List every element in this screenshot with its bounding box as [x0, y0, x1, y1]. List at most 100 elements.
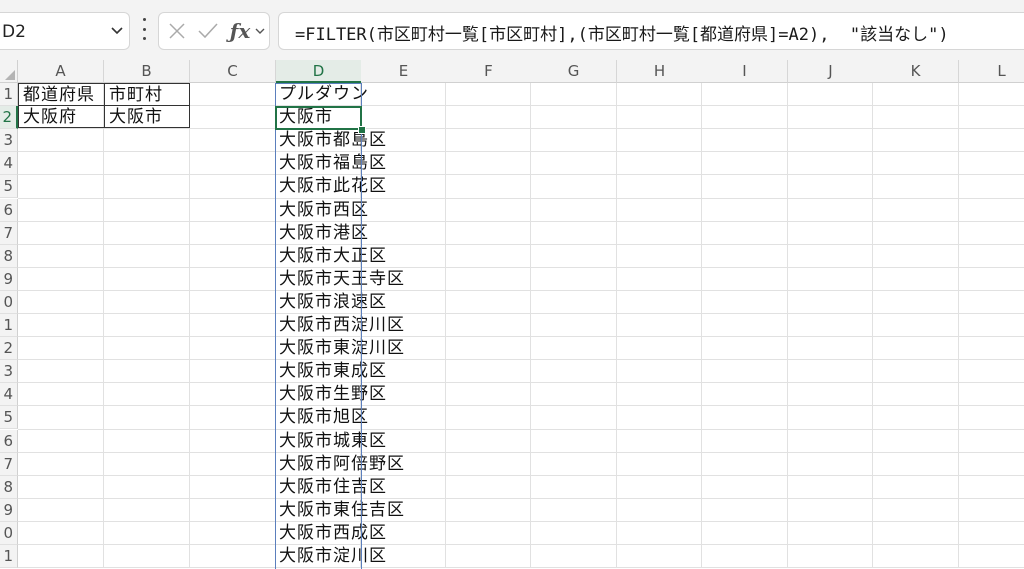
- row-header-label: 7: [3, 454, 13, 473]
- row-header[interactable]: 8: [0, 244, 18, 268]
- gridline: [787, 83, 788, 567]
- row-header-label: 6: [3, 431, 13, 450]
- gridline: [18, 336, 1024, 338]
- column-header-d[interactable]: D: [276, 60, 362, 83]
- row-header[interactable]: 1: [0, 545, 18, 569]
- row-header[interactable]: 1: [0, 83, 18, 107]
- row-header-label: 3: [3, 131, 13, 150]
- gridline: [18, 520, 1024, 522]
- select-all-triangle-icon: [5, 70, 15, 80]
- row-header-label: 7: [3, 223, 13, 242]
- row-header-label: 6: [3, 200, 13, 219]
- gridline: [18, 174, 1024, 176]
- column-header-f[interactable]: F: [446, 60, 532, 83]
- row-header-label: 4: [3, 385, 13, 404]
- gridline: [18, 382, 1024, 384]
- gridline: [18, 289, 1024, 291]
- row-header-label: 0: [3, 292, 13, 311]
- name-box-value[interactable]: D2: [2, 22, 26, 42]
- spill-cell[interactable]: 大阪市東住吉区: [275, 499, 405, 522]
- chevron-down-icon[interactable]: [253, 17, 267, 45]
- row-header[interactable]: 4: [0, 383, 18, 407]
- vertical-ellipsis-icon[interactable]: [142, 18, 146, 40]
- gridline: [872, 83, 873, 567]
- formula-input[interactable]: =FILTER(市区町村一覧[市区町村],(市区町村一覧[都道府県]=A2), …: [278, 12, 1024, 50]
- gridline: [18, 151, 1024, 153]
- row-header[interactable]: 5: [0, 406, 18, 430]
- active-cell-D2[interactable]: [275, 106, 362, 130]
- row-header-label: 1: [3, 547, 13, 565]
- gridline: [18, 243, 1024, 245]
- gridline: [18, 428, 1024, 430]
- cell-B1[interactable]: 市町村: [104, 83, 190, 106]
- row-header-label: 4: [3, 154, 13, 173]
- row-header[interactable]: 7: [0, 452, 18, 476]
- gridline: [18, 474, 1024, 476]
- row-header[interactable]: 2: [0, 337, 18, 361]
- spill-cell[interactable]: 大阪市此花区: [275, 175, 387, 198]
- spill-cell[interactable]: 大阪市東成区: [275, 360, 387, 383]
- row-header[interactable]: 3: [0, 129, 18, 153]
- close-icon[interactable]: [165, 17, 189, 45]
- spill-cell[interactable]: 大阪市西淀川区: [275, 314, 405, 337]
- spill-cell[interactable]: 大阪市東淀川区: [275, 337, 405, 360]
- gridline: [616, 83, 617, 567]
- row-header[interactable]: 6: [0, 198, 18, 222]
- chevron-down-icon[interactable]: [110, 21, 124, 45]
- formula-controls: ƒx: [158, 12, 270, 50]
- spill-cell[interactable]: 大阪市西区: [275, 199, 369, 222]
- spill-cell[interactable]: 大阪市淀川区: [275, 545, 387, 568]
- row-header[interactable]: 2: [0, 106, 18, 130]
- spill-cell[interactable]: 大阪市福島区: [275, 152, 387, 175]
- row-header[interactable]: 7: [0, 221, 18, 245]
- select-all-button[interactable]: [0, 60, 18, 83]
- row-header[interactable]: 0: [0, 521, 18, 545]
- row-header[interactable]: 3: [0, 360, 18, 384]
- checkmark-icon[interactable]: [195, 17, 221, 45]
- spill-cell[interactable]: 大阪市西成区: [275, 522, 387, 545]
- spill-cell[interactable]: 大阪市旭区: [275, 406, 369, 429]
- row-header[interactable]: 9: [0, 498, 18, 522]
- column-header-e[interactable]: E: [361, 60, 447, 83]
- column-header-j[interactable]: J: [788, 60, 874, 83]
- column-header-l[interactable]: L: [959, 60, 1024, 83]
- fx-icon[interactable]: ƒx: [227, 17, 253, 45]
- spill-cell[interactable]: 大阪市浪速区: [275, 291, 387, 314]
- spill-cell[interactable]: 大阪市都島区: [275, 129, 387, 152]
- column-header-i[interactable]: I: [702, 60, 788, 83]
- gridline: [18, 128, 1024, 130]
- row-header[interactable]: 6: [0, 429, 18, 453]
- row-header[interactable]: 9: [0, 267, 18, 291]
- row-header[interactable]: 4: [0, 152, 18, 176]
- column-header-h[interactable]: H: [617, 60, 703, 83]
- gridline: [18, 405, 1024, 407]
- column-header-a[interactable]: A: [18, 60, 104, 83]
- spill-cell[interactable]: 大阪市生野区: [275, 383, 387, 406]
- spill-cell[interactable]: 大阪市住吉区: [275, 476, 387, 499]
- row-header[interactable]: 0: [0, 290, 18, 314]
- row-header[interactable]: 5: [0, 175, 18, 199]
- row-header[interactable]: 1: [0, 314, 18, 338]
- row-header[interactable]: 8: [0, 475, 18, 499]
- spill-cell[interactable]: 大阪市城東区: [275, 430, 387, 453]
- row-header-label: 1: [3, 316, 13, 334]
- fill-handle[interactable]: [358, 126, 366, 134]
- gridline: [530, 83, 531, 567]
- cell-A2[interactable]: 大阪府: [18, 105, 105, 128]
- name-box[interactable]: D2: [0, 12, 130, 50]
- column-header-b[interactable]: B: [104, 60, 190, 83]
- column-header-g[interactable]: G: [531, 60, 617, 83]
- cell-grid[interactable]: 都道府県 市町村 大阪府 大阪市 プルダウン 大阪市 大阪市都島区 大阪市福島区 大阪…: [18, 83, 1024, 569]
- formula-text[interactable]: =FILTER(市区町村一覧[市区町村],(市区町村一覧[都道府県]=A2), …: [295, 20, 949, 45]
- spill-cell[interactable]: 大阪市大正区: [275, 245, 387, 268]
- cell-B2[interactable]: 大阪市: [104, 105, 190, 128]
- spill-cell[interactable]: 大阪市港区: [275, 222, 369, 245]
- column-header-c[interactable]: C: [190, 60, 276, 83]
- cell-D1[interactable]: プルダウン: [275, 83, 369, 106]
- row-header-label: 9: [3, 500, 13, 519]
- row-header-label: 5: [3, 177, 13, 196]
- spill-cell[interactable]: 大阪市阿倍野区: [275, 453, 405, 476]
- cell-A1[interactable]: 都道府県: [18, 83, 105, 106]
- spill-cell[interactable]: 大阪市天王寺区: [275, 268, 405, 291]
- column-header-k[interactable]: K: [873, 60, 959, 83]
